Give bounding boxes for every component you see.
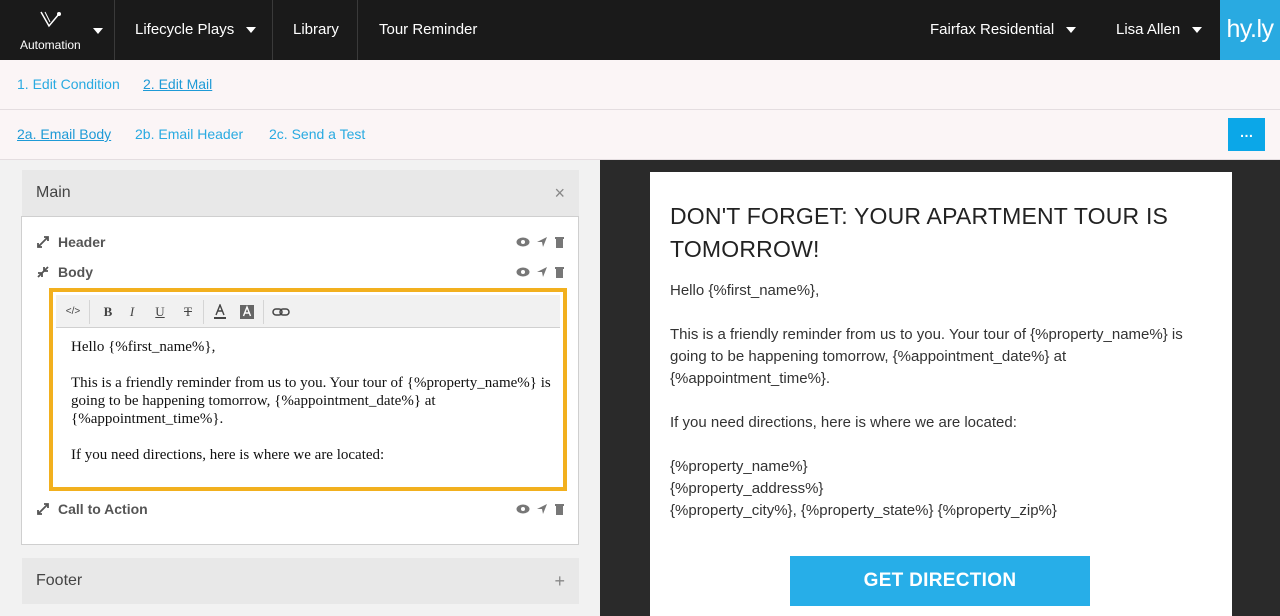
automation-menu[interactable]: Automation: [0, 0, 115, 60]
top-navigation: Automation Lifecycle Plays Library Tour …: [0, 0, 1280, 60]
user-name: Lisa Allen: [1116, 21, 1181, 38]
block-label: Header: [58, 234, 106, 250]
send-icon[interactable]: [536, 236, 548, 248]
email-reminder: This is a friendly reminder from us to y…: [670, 326, 1183, 387]
step-email-body[interactable]: 2a. Email Body: [17, 110, 111, 160]
nav-tour-reminder[interactable]: Tour Reminder: [379, 0, 477, 60]
nav-lifecycle-plays[interactable]: Lifecycle Plays: [135, 0, 257, 60]
block-label: Call to Action: [58, 501, 148, 517]
nav-lifecycle-label: Lifecycle Plays: [135, 21, 235, 38]
email-address-line: {%property_name%}: [670, 458, 808, 475]
block-row-header[interactable]: Header: [36, 232, 566, 254]
chevron-down-icon: [93, 28, 103, 34]
trash-icon[interactable]: [554, 236, 565, 248]
trash-icon[interactable]: [554, 266, 565, 278]
expand-icon[interactable]: [36, 235, 50, 249]
email-heading: DON'T FORGET: YOUR APARTMENT TOUR IS TOM…: [670, 203, 1169, 262]
editor-content[interactable]: Hello {%first_name%}, This is a friendly…: [71, 338, 551, 482]
step-email-header[interactable]: 2b. Email Header: [135, 110, 243, 160]
email-body-text: Hello {%first_name%}, This is a friendly…: [670, 280, 1220, 522]
eye-icon[interactable]: [516, 503, 530, 515]
step-edit-mail[interactable]: 2. Edit Mail: [143, 60, 212, 110]
collapse-icon[interactable]: [36, 265, 50, 279]
email-address-line: {%property_address%}: [670, 480, 824, 497]
footer-section-header[interactable]: Footer +: [22, 558, 579, 604]
block-label: Body: [58, 264, 93, 280]
trash-icon[interactable]: [554, 503, 565, 515]
eye-icon[interactable]: [516, 266, 530, 278]
row-actions: [516, 236, 566, 250]
send-icon[interactable]: [536, 503, 548, 515]
nav-library[interactable]: Library: [293, 0, 339, 60]
strikethrough-button[interactable]: T: [179, 303, 197, 321]
row-actions: [516, 503, 566, 517]
italic-button[interactable]: I: [123, 303, 141, 321]
underline-button[interactable]: U: [151, 303, 169, 321]
sub-steps-bar: 2a. Email Body 2b. Email Header 2c. Send…: [0, 110, 1280, 160]
main-steps-bar: 1. Edit Condition 2. Edit Mail: [0, 60, 1280, 110]
send-icon[interactable]: [536, 266, 548, 278]
font-color-icon[interactable]: [213, 304, 227, 320]
more-options-button[interactable]: …: [1228, 118, 1265, 151]
property-selector[interactable]: Fairfax Residential: [930, 0, 1077, 60]
get-direction-button[interactable]: GET DIRECTION: [790, 556, 1090, 606]
editor-paragraph[interactable]: Hello {%first_name%},: [71, 338, 551, 356]
step-edit-condition[interactable]: 1. Edit Condition: [17, 60, 120, 110]
chevron-down-icon: [1192, 27, 1203, 34]
chevron-down-icon: [1066, 27, 1077, 34]
footer-section-title: Footer: [36, 572, 83, 589]
editor-paragraph[interactable]: This is a friendly reminder from us to y…: [71, 374, 551, 428]
user-menu[interactable]: Lisa Allen: [1116, 0, 1203, 60]
editor-toolbar: </> B I U T: [56, 295, 560, 328]
bold-button[interactable]: B: [99, 303, 117, 321]
block-row-call-to-action[interactable]: Call to Action: [36, 499, 566, 521]
expand-icon[interactable]: [36, 502, 50, 516]
main-section-header[interactable]: Main ×: [22, 170, 579, 216]
email-address-line: {%property_city%}, {%property_state%} {%…: [670, 502, 1057, 519]
main-section-title: Main: [36, 184, 71, 201]
email-preview-panel: DON'T FORGET: YOUR APARTMENT TOUR IS TOM…: [600, 160, 1280, 616]
email-greeting: Hello {%first_name%},: [670, 282, 820, 299]
email-directions: If you need directions, here is where we…: [670, 414, 1017, 431]
automation-icon: [40, 11, 61, 28]
body-rich-text-editor[interactable]: </> B I U T Hello {%first_name%}, This i…: [49, 288, 567, 491]
email-preview: DON'T FORGET: YOUR APARTMENT TOUR IS TOM…: [650, 172, 1232, 616]
brand-logo[interactable]: hy.ly: [1220, 0, 1280, 60]
row-actions: [516, 266, 566, 280]
step-send-test[interactable]: 2c. Send a Test: [269, 110, 365, 160]
add-icon[interactable]: +: [554, 558, 565, 604]
chevron-down-icon: [246, 27, 257, 34]
block-row-body[interactable]: Body: [36, 262, 566, 284]
close-icon[interactable]: ×: [554, 170, 565, 216]
link-icon[interactable]: [272, 306, 290, 318]
eye-icon[interactable]: [516, 236, 530, 248]
editor-paragraph[interactable]: If you need directions, here is where we…: [71, 446, 551, 464]
code-view-button[interactable]: </>: [61, 303, 85, 321]
automation-label: Automation: [20, 38, 81, 52]
property-label: Fairfax Residential: [930, 21, 1055, 38]
background-color-icon[interactable]: [239, 304, 255, 320]
